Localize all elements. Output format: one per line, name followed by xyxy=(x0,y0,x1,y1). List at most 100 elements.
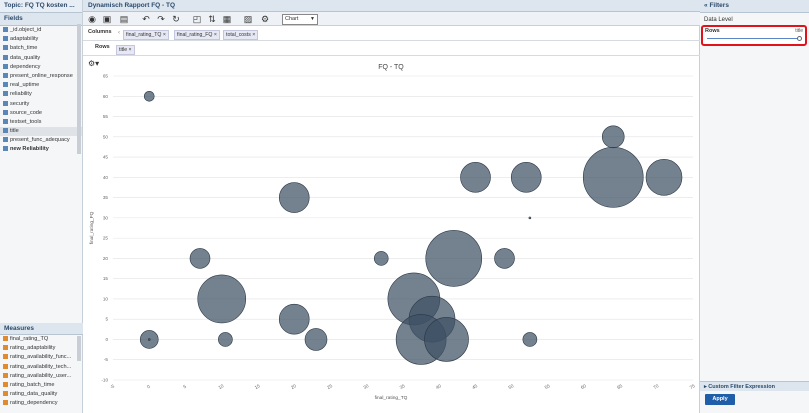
field-item[interactable]: batch_time xyxy=(0,44,82,53)
field-item[interactable]: data_quality xyxy=(0,54,82,63)
field-item[interactable]: _id.object_id xyxy=(0,26,82,35)
bubble[interactable] xyxy=(522,332,538,347)
view-icon[interactable]: ◉ xyxy=(87,14,97,24)
bubble[interactable] xyxy=(143,90,155,102)
measure-item[interactable]: rating_availability_tech... xyxy=(0,363,78,372)
topic-title[interactable]: Topic: FQ TQ kosten ... xyxy=(0,0,82,13)
rows-filter-slider[interactable] xyxy=(707,38,801,39)
measure-icon xyxy=(3,372,8,378)
dimension-icon xyxy=(3,146,8,152)
measure-item[interactable]: rating_availability_func... xyxy=(0,353,78,362)
bubble[interactable] xyxy=(494,248,515,269)
bubble[interactable] xyxy=(304,328,328,351)
measure-item[interactable]: rating_data_quality xyxy=(0,390,78,399)
measure-item[interactable]: rating_availability_user... xyxy=(0,372,78,381)
y-tick-label: 25 xyxy=(103,236,109,241)
column-chip[interactable]: total_costs × xyxy=(223,30,259,40)
dimension-icon xyxy=(3,82,8,88)
measures-header[interactable]: Measures xyxy=(0,323,83,335)
y-tick-label: 30 xyxy=(103,215,109,220)
measure-icon xyxy=(3,391,8,397)
filters-header[interactable]: « Filters xyxy=(700,0,809,13)
column-chip[interactable]: final_rating_TQ × xyxy=(123,30,169,40)
field-item[interactable]: reliability xyxy=(0,90,82,99)
bubble[interactable] xyxy=(510,162,542,193)
undo-icon[interactable]: ↶ xyxy=(141,14,151,24)
redo-icon[interactable]: ↷ xyxy=(156,14,166,24)
dimension-icon xyxy=(3,137,8,143)
layout-icon[interactable]: ◰ xyxy=(192,14,202,24)
rows-filter-value: title xyxy=(795,28,803,34)
bubble[interactable] xyxy=(582,147,644,208)
bubble[interactable] xyxy=(278,303,310,335)
x-tick-label: 5 xyxy=(182,384,187,390)
refresh-icon[interactable]: ↻ xyxy=(171,14,181,24)
bubble[interactable] xyxy=(197,274,247,324)
report-area: Dynamisch Rapport FQ - TQ ◉ ▣ ▤ ↶ ↷ ↻ ◰ … xyxy=(83,0,700,413)
swap-axes-icon[interactable]: ⇅ xyxy=(207,14,217,24)
bubble[interactable] xyxy=(189,248,211,269)
chart-title: FQ - TQ xyxy=(378,64,404,71)
save-icon[interactable]: ▣ xyxy=(102,14,112,24)
fields-scrollbar[interactable] xyxy=(77,24,81,154)
field-item[interactable]: real_uptime xyxy=(0,81,82,90)
bubble[interactable] xyxy=(373,251,389,266)
bubble[interactable] xyxy=(424,317,469,362)
chip-scroll-left-icon[interactable]: ‹ xyxy=(118,30,120,36)
dimension-icon xyxy=(3,27,8,33)
chart-options-icon[interactable]: ▨ xyxy=(243,14,253,24)
field-item[interactable]: source_code xyxy=(0,109,82,118)
export-icon[interactable]: ▤ xyxy=(119,14,129,24)
x-tick-label: 55 xyxy=(544,383,551,390)
bubble-chart: -10-505101520253035404550556065 -5 0 5 10 15… xyxy=(89,64,696,401)
bubble[interactable] xyxy=(601,125,625,149)
measure-item[interactable]: final_rating_TQ xyxy=(0,335,78,344)
y-tick-label: 50 xyxy=(103,134,109,139)
chart-type-select[interactable]: Chart ▼ xyxy=(282,14,318,25)
field-item[interactable]: adaptability xyxy=(0,35,82,44)
field-item[interactable]: dependency xyxy=(0,63,82,72)
bubble[interactable] xyxy=(645,159,683,196)
measure-item[interactable]: rating_adaptability xyxy=(0,344,78,353)
x-tick-label: 45 xyxy=(471,383,478,390)
column-chip[interactable]: final_rating_FQ × xyxy=(174,30,220,40)
collapse-icon[interactable]: « xyxy=(704,2,708,9)
x-tick-label: 20 xyxy=(290,383,297,390)
x-axis-ticks: -5 0 5 10 15 20 25 30 35 40 45 50 55 60 65 70 75 xyxy=(109,383,696,390)
x-tick-label: 15 xyxy=(254,383,261,390)
settings-icon[interactable]: ⚙ xyxy=(260,14,270,24)
x-tick-label: 65 xyxy=(616,383,623,390)
field-item[interactable]: testset_tools xyxy=(0,118,82,127)
bubbles xyxy=(139,90,683,365)
bubble[interactable] xyxy=(528,216,532,220)
slider-handle[interactable] xyxy=(797,36,802,41)
bubble[interactable] xyxy=(218,332,233,347)
bubble[interactable] xyxy=(460,162,491,193)
bubble[interactable] xyxy=(147,338,151,341)
field-item[interactable]: new Reliability xyxy=(0,145,82,154)
table-icon[interactable]: ▦ xyxy=(222,14,232,24)
measure-item[interactable]: rating_batch_time xyxy=(0,381,78,390)
row-chip[interactable]: title × xyxy=(116,45,135,55)
dimension-icon xyxy=(3,54,8,60)
custom-filter-expression[interactable]: ▸ Custom Filter Expression xyxy=(700,381,809,391)
x-tick-label: 50 xyxy=(508,383,515,390)
field-item[interactable]: present_func_adequacy xyxy=(0,136,82,145)
dimension-icon xyxy=(3,72,8,78)
bubble[interactable] xyxy=(425,230,483,287)
dimension-icon xyxy=(3,45,8,51)
rows-filter-box[interactable]: Rows title xyxy=(701,25,807,46)
field-item[interactable]: title xyxy=(0,127,82,137)
measure-icon xyxy=(3,336,8,342)
bubble[interactable] xyxy=(278,182,310,213)
measure-icon xyxy=(3,381,8,387)
field-item[interactable]: present_online_response xyxy=(0,72,82,81)
apply-button[interactable]: Apply xyxy=(705,394,735,405)
measures-scrollbar[interactable] xyxy=(77,336,81,361)
measure-icon xyxy=(3,354,8,360)
measure-item[interactable]: rating_dependency xyxy=(0,399,78,408)
dimension-icon xyxy=(3,109,8,115)
x-tick-label: 30 xyxy=(363,383,370,390)
field-item[interactable]: security xyxy=(0,100,82,109)
fields-header[interactable]: Fields xyxy=(0,13,82,26)
